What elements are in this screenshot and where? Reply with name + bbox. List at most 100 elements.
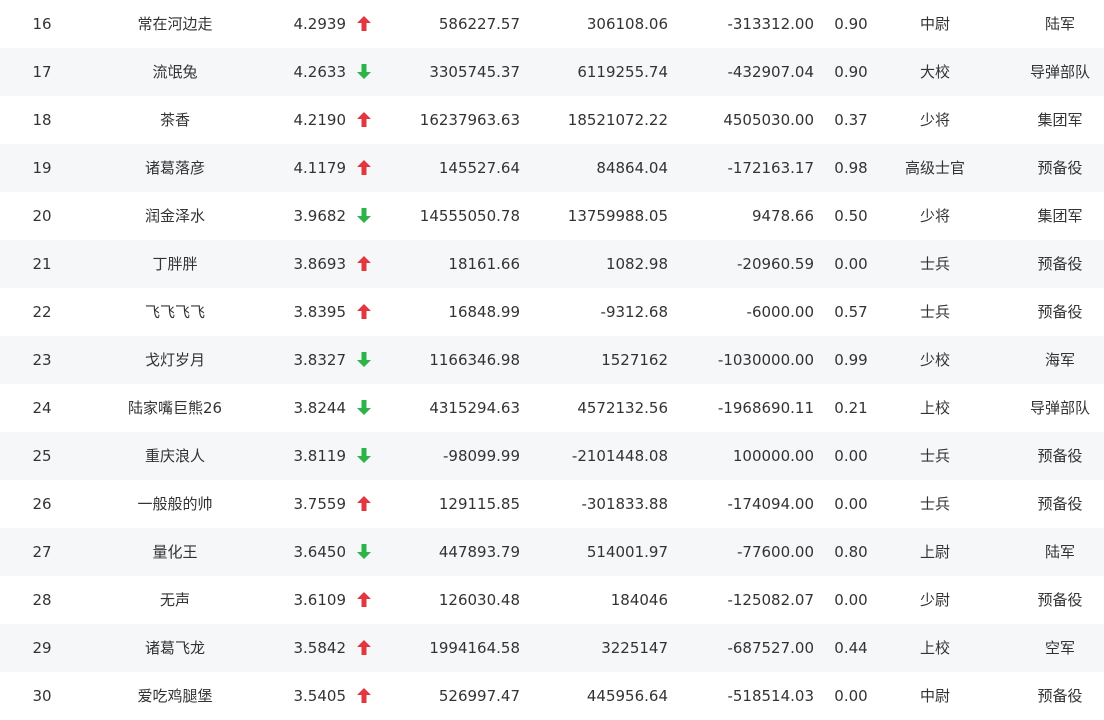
value-3: -20960.59 <box>737 255 814 273</box>
table-row[interactable]: 20 润金泽水 3.9682 14555050.78 13759988.05 9478.6… <box>0 192 1104 240</box>
military-rank: 高级士官 <box>904 159 965 177</box>
rank-cell: 21 <box>32 255 52 273</box>
military-rank: 中尉 <box>919 687 950 705</box>
value-2: 6119255.74 <box>577 63 668 81</box>
branch-name: 预备役 <box>1037 159 1083 177</box>
score-value: 3.8244 <box>293 399 347 417</box>
score-value: 3.7559 <box>293 495 347 513</box>
value-1: 18161.66 <box>448 255 520 273</box>
arrow-up-icon <box>355 480 373 528</box>
trader-name: 飞飞飞飞 <box>144 303 205 321</box>
leaderboard-table: 16 常在河边走 4.2939 586227.57 306108.06 -313312.0… <box>0 0 1104 718</box>
military-rank: 上尉 <box>919 543 950 561</box>
branch-name: 预备役 <box>1037 495 1083 513</box>
branch-name: 海军 <box>1044 351 1075 369</box>
rank-cell: 29 <box>32 639 52 657</box>
trader-name: 量化王 <box>152 543 198 561</box>
value-3: -77600.00 <box>737 543 814 561</box>
table-row[interactable]: 24 陆家嘴巨熊26 3.8244 4315294.63 4572132.56 -1968… <box>0 384 1104 432</box>
military-rank: 少尉 <box>919 591 950 609</box>
trader-name: 戈灯岁月 <box>144 351 205 369</box>
trader-name: 一般般的帅 <box>137 495 213 513</box>
table-row[interactable]: 26 一般般的帅 3.7559 129115.85 -301833.88 -174094.… <box>0 480 1104 528</box>
trader-name: 丁胖胖 <box>152 255 198 273</box>
value-3: -6000.00 <box>746 303 814 321</box>
rank-cell: 25 <box>32 447 52 465</box>
rank-cell: 23 <box>32 351 52 369</box>
table-row[interactable]: 30 爱吃鸡腿堡 3.5405 526997.47 445956.64 -518514.0… <box>0 672 1104 720</box>
value-3: -174094.00 <box>727 495 814 513</box>
military-rank: 士兵 <box>919 303 950 321</box>
value-2: 4572132.56 <box>577 399 668 417</box>
military-rank: 少校 <box>919 351 950 369</box>
trader-name: 重庆浪人 <box>144 447 205 465</box>
trader-name: 无声 <box>159 591 190 609</box>
score-value: 3.8395 <box>293 303 347 321</box>
value-1: 145527.64 <box>438 159 520 177</box>
ratio-value: 0.80 <box>834 543 868 561</box>
arrow-down-icon <box>355 192 373 240</box>
table-row[interactable]: 25 重庆浪人 3.8119 -98099.99 -2101448.08 100000.0… <box>0 432 1104 480</box>
arrow-up-icon <box>355 240 373 288</box>
military-rank: 士兵 <box>919 495 950 513</box>
trader-name: 常在河边走 <box>137 15 213 33</box>
branch-name: 集团军 <box>1037 207 1083 225</box>
score-value: 4.2939 <box>293 15 347 33</box>
rank-cell: 26 <box>32 495 52 513</box>
trader-name: 陆家嘴巨熊26 <box>127 399 223 417</box>
table-row[interactable]: 17 流氓兔 4.2633 3305745.37 6119255.74 -432907.0… <box>0 48 1104 96</box>
arrow-down-icon <box>355 528 373 576</box>
value-2: -9312.68 <box>600 303 668 321</box>
branch-name: 预备役 <box>1037 591 1083 609</box>
rank-cell: 20 <box>32 207 52 225</box>
score-value: 3.9682 <box>293 207 347 225</box>
arrow-up-icon <box>355 576 373 624</box>
military-rank: 士兵 <box>919 255 950 273</box>
value-1: 1994164.58 <box>429 639 520 657</box>
trader-name: 诸葛飞龙 <box>144 639 205 657</box>
arrow-down-icon <box>355 432 373 480</box>
value-1: 16848.99 <box>448 303 520 321</box>
branch-name: 空军 <box>1044 639 1075 657</box>
branch-name: 集团军 <box>1037 111 1083 129</box>
value-2: 3225147 <box>601 639 668 657</box>
military-rank: 大校 <box>919 63 950 81</box>
value-1: 586227.57 <box>438 15 520 33</box>
military-rank: 上校 <box>919 639 950 657</box>
value-3: -687527.00 <box>727 639 814 657</box>
table-row[interactable]: 22 飞飞飞飞 3.8395 16848.99 -9312.68 -6000.00 0.57… <box>0 288 1104 336</box>
table-row[interactable]: 27 量化王 3.6450 447893.79 514001.97 -77600.00 0.… <box>0 528 1104 576</box>
table-row[interactable]: 16 常在河边走 4.2939 586227.57 306108.06 -313312.0… <box>0 0 1104 48</box>
rank-cell: 19 <box>32 159 52 177</box>
value-1: 129115.85 <box>438 495 520 513</box>
rank-cell: 27 <box>32 543 52 561</box>
arrow-up-icon <box>355 288 373 336</box>
branch-name: 预备役 <box>1037 303 1083 321</box>
table-row[interactable]: 29 诸葛飞龙 3.5842 1994164.58 3225147 -687527.00 0… <box>0 624 1104 672</box>
rank-cell: 30 <box>32 687 52 705</box>
score-value: 3.6109 <box>293 591 347 609</box>
arrow-up-icon <box>355 0 373 48</box>
value-3: 9478.66 <box>751 207 814 225</box>
branch-name: 陆军 <box>1044 15 1075 33</box>
ratio-value: 0.00 <box>834 687 868 705</box>
table-row[interactable]: 18 茶香 4.2190 16237963.63 18521072.22 4505030.… <box>0 96 1104 144</box>
value-3: -432907.04 <box>727 63 814 81</box>
value-1: -98099.99 <box>443 447 520 465</box>
value-3: -313312.00 <box>727 15 814 33</box>
trader-name: 流氓兔 <box>152 63 198 81</box>
branch-name: 预备役 <box>1037 255 1083 273</box>
military-rank: 上校 <box>919 399 950 417</box>
branch-name: 陆军 <box>1044 543 1075 561</box>
table-row[interactable]: 21 丁胖胖 3.8693 18161.66 1082.98 -20960.59 0.00 士… <box>0 240 1104 288</box>
value-3: -125082.07 <box>727 591 814 609</box>
military-rank: 士兵 <box>919 447 950 465</box>
value-2: 13759988.05 <box>567 207 668 225</box>
value-3: -518514.03 <box>727 687 814 705</box>
ratio-value: 0.99 <box>834 351 868 369</box>
table-row[interactable]: 28 无声 3.6109 126030.48 184046 -125082.07 0.00 少… <box>0 576 1104 624</box>
ratio-value: 0.44 <box>834 639 868 657</box>
table-row[interactable]: 19 诸葛落彦 4.1179 145527.64 84864.04 -172163.17 0… <box>0 144 1104 192</box>
table-row[interactable]: 23 戈灯岁月 3.8327 1166346.98 1527162 -1030000.00… <box>0 336 1104 384</box>
arrow-up-icon <box>355 96 373 144</box>
